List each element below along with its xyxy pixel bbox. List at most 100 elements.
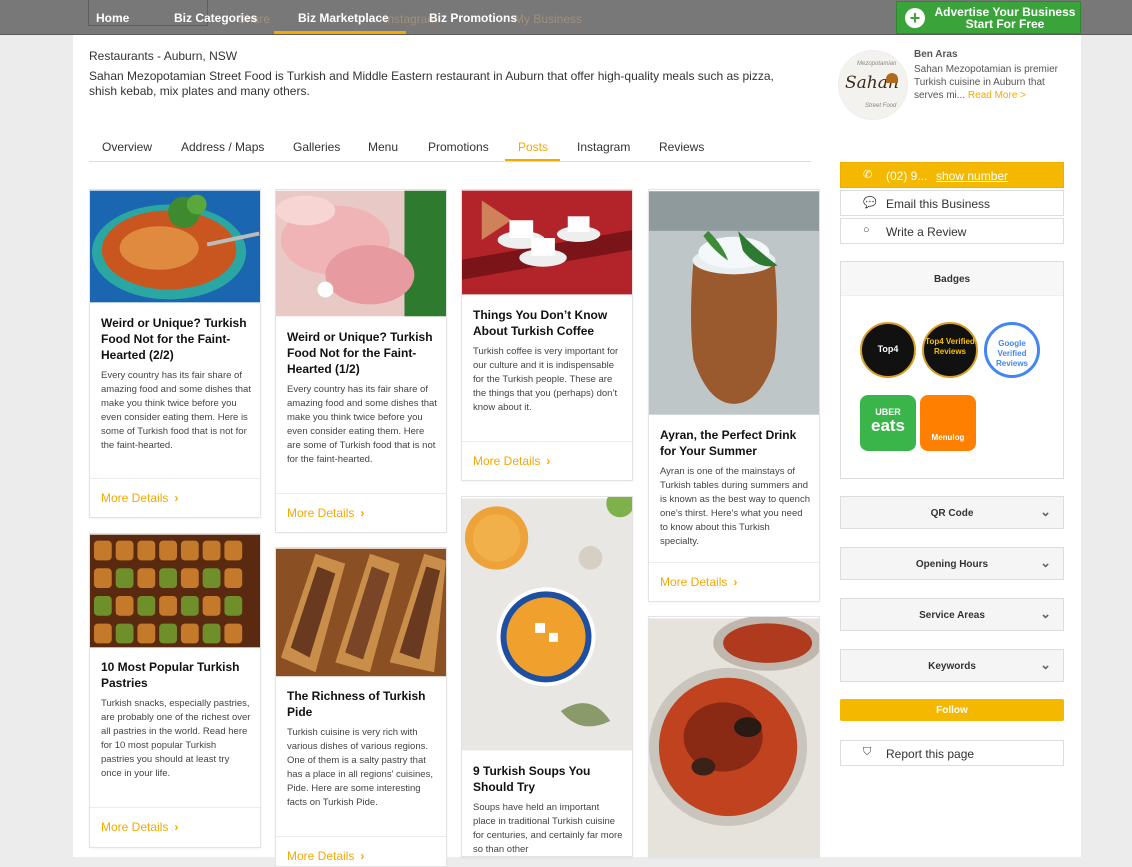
more-details-link[interactable]: More Details › (90, 478, 260, 517)
profile-blurb: Sahan Mezopotamian is premier Turkish cu… (914, 63, 1064, 102)
post-title[interactable]: 9 Turkish Soups You Should Try (473, 763, 623, 795)
nav-biz-categories[interactable]: Biz Categories (174, 11, 257, 25)
keywords-label: Keywords (928, 661, 976, 672)
post-title[interactable]: Weird or Unique? Turkish Food Not for th… (287, 329, 437, 377)
post-image-lamb-heads (276, 190, 446, 317)
more-details-link[interactable]: More Details › (276, 836, 446, 866)
read-more-link[interactable]: Read More > (968, 90, 1026, 101)
tab-overview[interactable]: Overview (102, 140, 152, 154)
menulog-badge-icon[interactable]: Menulog (920, 395, 976, 451)
post-card[interactable]: 9 Turkish Soups You Should Try Soups hav… (461, 496, 633, 857)
post-image-stew (649, 617, 819, 856)
more-details-label: More Details (660, 575, 728, 589)
opening-hours-label: Opening Hours (915, 559, 989, 570)
chevron-down-icon: ⌄ (1040, 606, 1051, 621)
post-title[interactable]: Ayran, the Perfect Drink for Your Summer (660, 427, 810, 459)
chevron-right-icon: › (360, 506, 365, 520)
more-details-link[interactable]: More Details › (462, 441, 632, 480)
show-number-link[interactable]: show number (936, 169, 1008, 183)
post-image-turkish-coffee (462, 190, 632, 295)
active-nav-underline (274, 31, 406, 34)
more-details-link[interactable]: More Details › (276, 493, 446, 532)
badges-title: Badges (841, 262, 1063, 296)
email-business-label: Email this Business (886, 197, 991, 211)
tab-instagram[interactable]: Instagram (577, 140, 630, 154)
plus-icon: + (905, 8, 925, 28)
post-card[interactable]: Things You Don’t Know About Turkish Coff… (461, 189, 633, 481)
comment-icon: ○ (863, 224, 870, 236)
more-details-label: More Details (101, 491, 169, 505)
business-description: Sahan Mezopotamian Street Food is Turkis… (89, 69, 774, 98)
advertise-button[interactable]: + Advertise Your Business Start For Free (896, 1, 1081, 34)
google-badge-label: Google Verified Reviews (995, 339, 1029, 368)
shield-icon: ⛉ (863, 746, 872, 758)
follow-button[interactable]: Follow (840, 699, 1064, 721)
chevron-down-icon: ⌄ (1040, 657, 1051, 672)
verified-badge-label: Top4 Verified Reviews (925, 337, 975, 356)
top-navigation-bar: Share Instagram My Business Home Biz Cat… (0, 0, 1132, 35)
nav-biz-marketplace[interactable]: Biz Marketplace (298, 11, 389, 25)
post-card[interactable]: 10 Most Popular Turkish Pastries Turkish… (89, 533, 261, 848)
post-card[interactable]: The Richness of Turkish Pide Turkish cui… (275, 547, 447, 867)
post-image-soup (462, 497, 632, 751)
email-business-button[interactable]: 💬 Email this Business (840, 190, 1064, 216)
chevron-down-icon: ⌄ (1040, 504, 1051, 519)
google-reviews-badge-icon[interactable]: Google Verified Reviews (984, 322, 1040, 378)
tab-address-maps[interactable]: Address / Maps (181, 140, 264, 154)
tab-galleries[interactable]: Galleries (293, 140, 340, 154)
report-page-button[interactable]: ⛉ Report this page (840, 740, 1064, 766)
post-card[interactable]: Weird or Unique? Turkish Food Not for th… (275, 189, 447, 533)
post-excerpt: Every country has its fair share of amaz… (287, 384, 437, 465)
report-page-label: Report this page (886, 747, 975, 761)
more-details-link[interactable]: More Details › (649, 562, 819, 601)
verified-reviews-badge-icon[interactable]: Top4 Verified Reviews (922, 322, 978, 378)
post-card[interactable] (648, 616, 820, 857)
tab-posts[interactable]: Posts (518, 140, 548, 154)
ubereats-label-2: eats (870, 416, 906, 435)
top4-badge-label: Top4 (877, 344, 899, 354)
call-button[interactable]: ✆ (02) 9... show number (840, 162, 1064, 188)
post-title[interactable]: The Richness of Turkish Pide (287, 688, 437, 720)
active-tab-underline (505, 159, 560, 161)
service-areas-label: Service Areas (919, 610, 985, 621)
opening-hours-accordion[interactable]: Opening Hours ⌄ (840, 547, 1064, 580)
more-details-label: More Details (287, 506, 355, 520)
more-details-label: More Details (101, 820, 169, 834)
post-title[interactable]: 10 Most Popular Turkish Pastries (101, 659, 251, 691)
qr-code-accordion[interactable]: QR Code ⌄ (840, 496, 1064, 529)
page-content: Restaurants - Auburn, NSW Sahan Mezopota… (73, 35, 1081, 867)
tab-menu[interactable]: Menu (368, 140, 398, 154)
service-areas-accordion[interactable]: Service Areas ⌄ (840, 598, 1064, 631)
more-details-link[interactable]: More Details › (90, 807, 260, 847)
chevron-right-icon: › (174, 491, 179, 505)
chevron-right-icon: › (360, 849, 365, 863)
post-image-ayran-drink (649, 191, 819, 415)
nav-home[interactable]: Home (96, 11, 129, 25)
write-review-label: Write a Review (886, 225, 967, 239)
logo-tagline-top: Mezopotamian (857, 61, 897, 67)
post-card[interactable]: Ayran, the Perfect Drink for Your Summer… (648, 189, 820, 602)
post-title[interactable]: Things You Don’t Know About Turkish Coff… (473, 307, 623, 339)
menulog-label: Menulog (931, 433, 965, 442)
post-image-pide (276, 548, 446, 677)
business-logo[interactable]: Mezopotamian Sahan Street Food (838, 50, 908, 120)
nav-biz-promotions[interactable]: Biz Promotions (429, 11, 517, 25)
post-excerpt: Turkish coffee is very important for our… (473, 346, 619, 413)
post-excerpt: Soups have held an important place in tr… (473, 802, 623, 855)
keywords-accordion[interactable]: Keywords ⌄ (840, 649, 1064, 682)
tab-promotions[interactable]: Promotions (428, 140, 489, 154)
tab-reviews[interactable]: Reviews (659, 140, 704, 154)
post-card[interactable]: Weird or Unique? Turkish Food Not for th… (89, 189, 261, 518)
post-excerpt: Turkish cuisine is very rich with variou… (287, 727, 433, 808)
mybiz-ghost-text: My Business (514, 12, 583, 26)
post-title[interactable]: Weird or Unique? Turkish Food Not for th… (101, 315, 251, 363)
write-review-button[interactable]: ○ Write a Review (840, 218, 1064, 244)
chat-bubbles-icon: 💬 (863, 197, 877, 209)
post-excerpt: Ayran is one of the mainstays of Turkish… (660, 466, 810, 547)
chevron-right-icon: › (546, 454, 551, 468)
breadcrumb: Restaurants - Auburn, NSW (89, 49, 238, 63)
top4-badge-icon[interactable]: Top4 (860, 322, 916, 378)
post-excerpt: Turkish snacks, especially pastries, are… (101, 698, 251, 779)
ubereats-badge-icon[interactable]: UBER eats (860, 395, 916, 451)
chevron-down-icon: ⌄ (1040, 555, 1051, 570)
